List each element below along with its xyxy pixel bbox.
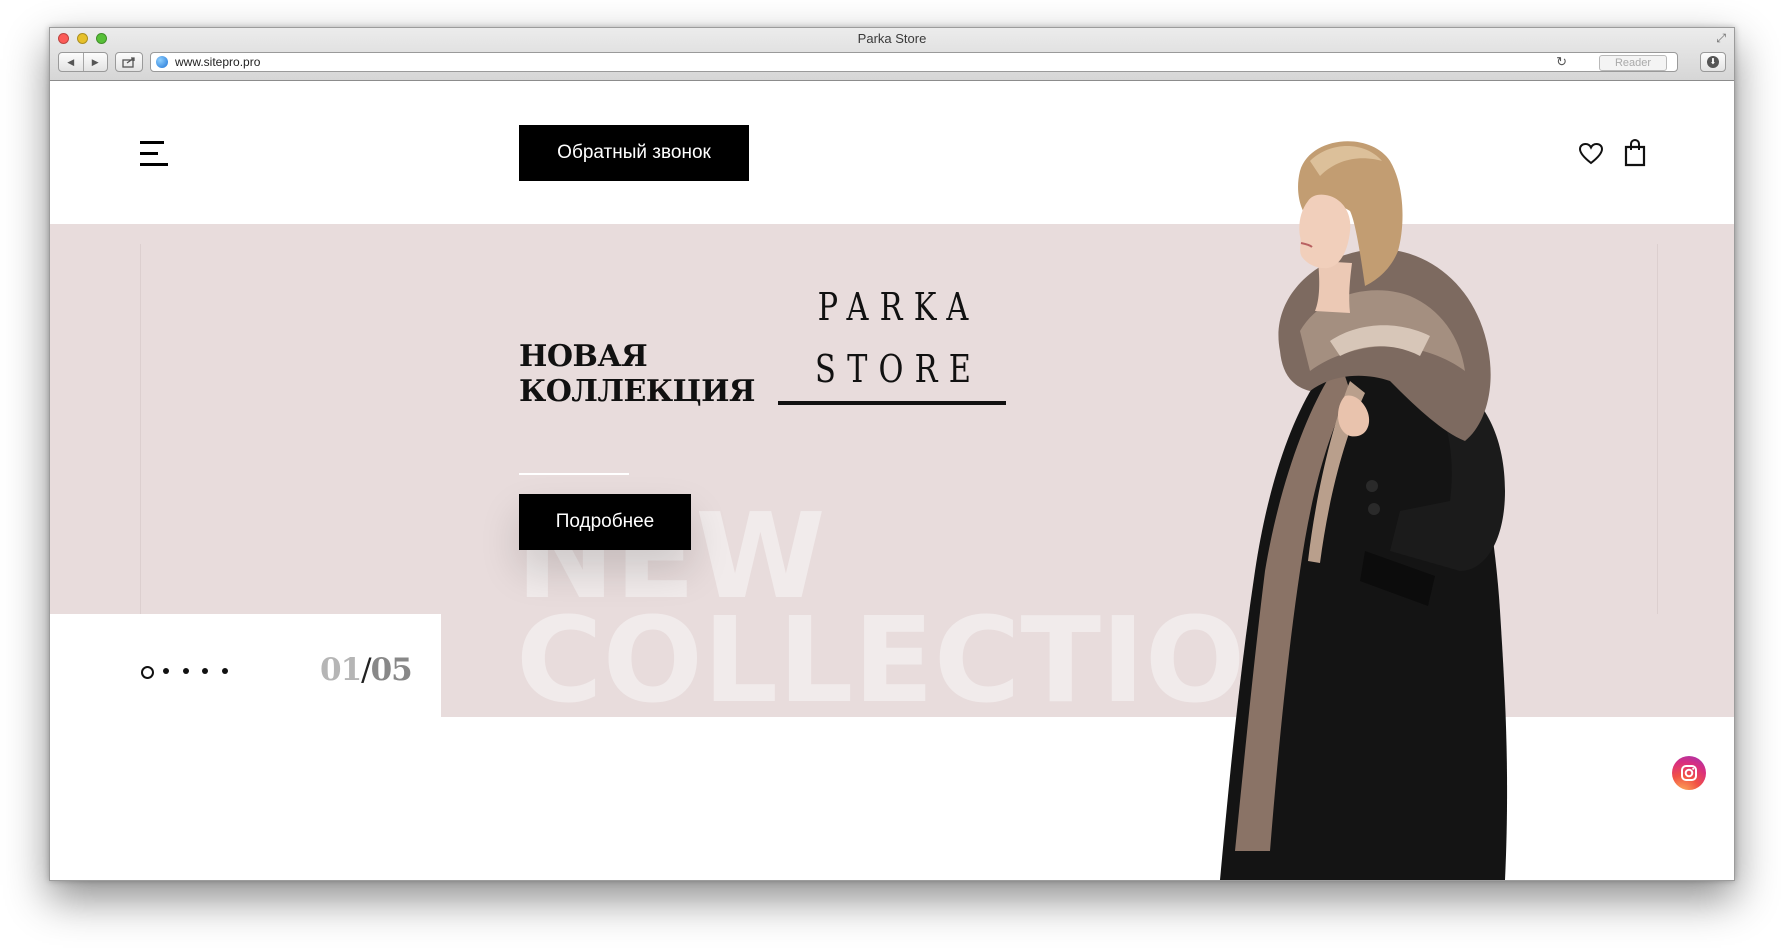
slide-dot[interactable] (183, 668, 189, 674)
share-icon (122, 56, 135, 68)
logo-rule (778, 401, 1006, 405)
grid-line (1657, 244, 1658, 614)
globe-icon (156, 56, 168, 68)
slider-controls: 01/05 (50, 614, 441, 717)
more-button[interactable]: Подробнее (519, 494, 691, 550)
logo-line-2: STORE (815, 347, 983, 391)
slide-dot-active[interactable] (141, 666, 154, 679)
share-button[interactable] (115, 52, 143, 72)
grid-line (140, 244, 141, 614)
url-text: www.sitepro.pro (175, 55, 261, 69)
fullscreen-icon[interactable]: ⤢ (1716, 31, 1726, 46)
menu-icon[interactable] (140, 141, 170, 167)
headline-line-2: КОЛЛЕКЦИЯ (519, 374, 755, 409)
headline-line-1: НОВАЯ (519, 339, 648, 374)
download-icon: ⬇ (1707, 56, 1719, 68)
hero-headline: НОВАЯ КОЛЛЕКЦИЯ (519, 339, 755, 409)
reader-button[interactable]: Reader (1599, 55, 1667, 71)
slide-dot[interactable] (163, 668, 169, 674)
brand-logo[interactable]: PARKA STORE (778, 276, 1008, 405)
instagram-button[interactable] (1672, 756, 1706, 790)
reload-icon[interactable]: ↻ (1556, 54, 1567, 70)
slide-counter: 01/05 (320, 652, 413, 688)
browser-toolbar: Parka Store ⤢ ◀ ▶ www.sitepro.pro ↻ Read… (50, 28, 1734, 81)
window-title: Parka Store (857, 31, 927, 46)
logo-line-1: PARKA (817, 285, 980, 329)
model-photo (1220, 141, 1508, 880)
downloads-button[interactable]: ⬇ (1700, 52, 1726, 72)
slide-dot[interactable] (222, 668, 228, 674)
forward-button[interactable]: ▶ (82, 53, 108, 71)
slide-separator: / (361, 652, 372, 688)
slide-dot[interactable] (202, 668, 208, 674)
forward-arrow-icon: ▶ (91, 56, 99, 67)
history-navigation: ◀ ▶ (58, 52, 108, 72)
back-arrow-icon: ◀ (67, 56, 75, 67)
web-page: Обратный звонок NEW COLLECTION НОВАЯ КОЛ… (50, 81, 1734, 880)
back-button[interactable]: ◀ (59, 53, 83, 71)
browser-window: Parka Store ⤢ ◀ ▶ www.sitepro.pro ↻ Read… (49, 27, 1735, 881)
slide-total: 05 (370, 652, 413, 688)
headline-underline (519, 473, 629, 475)
slide-current: 01 (320, 652, 362, 688)
address-bar[interactable]: www.sitepro.pro ↻ Reader (150, 52, 1678, 72)
instagram-icon (1681, 765, 1697, 781)
callback-button[interactable]: Обратный звонок (519, 125, 749, 181)
